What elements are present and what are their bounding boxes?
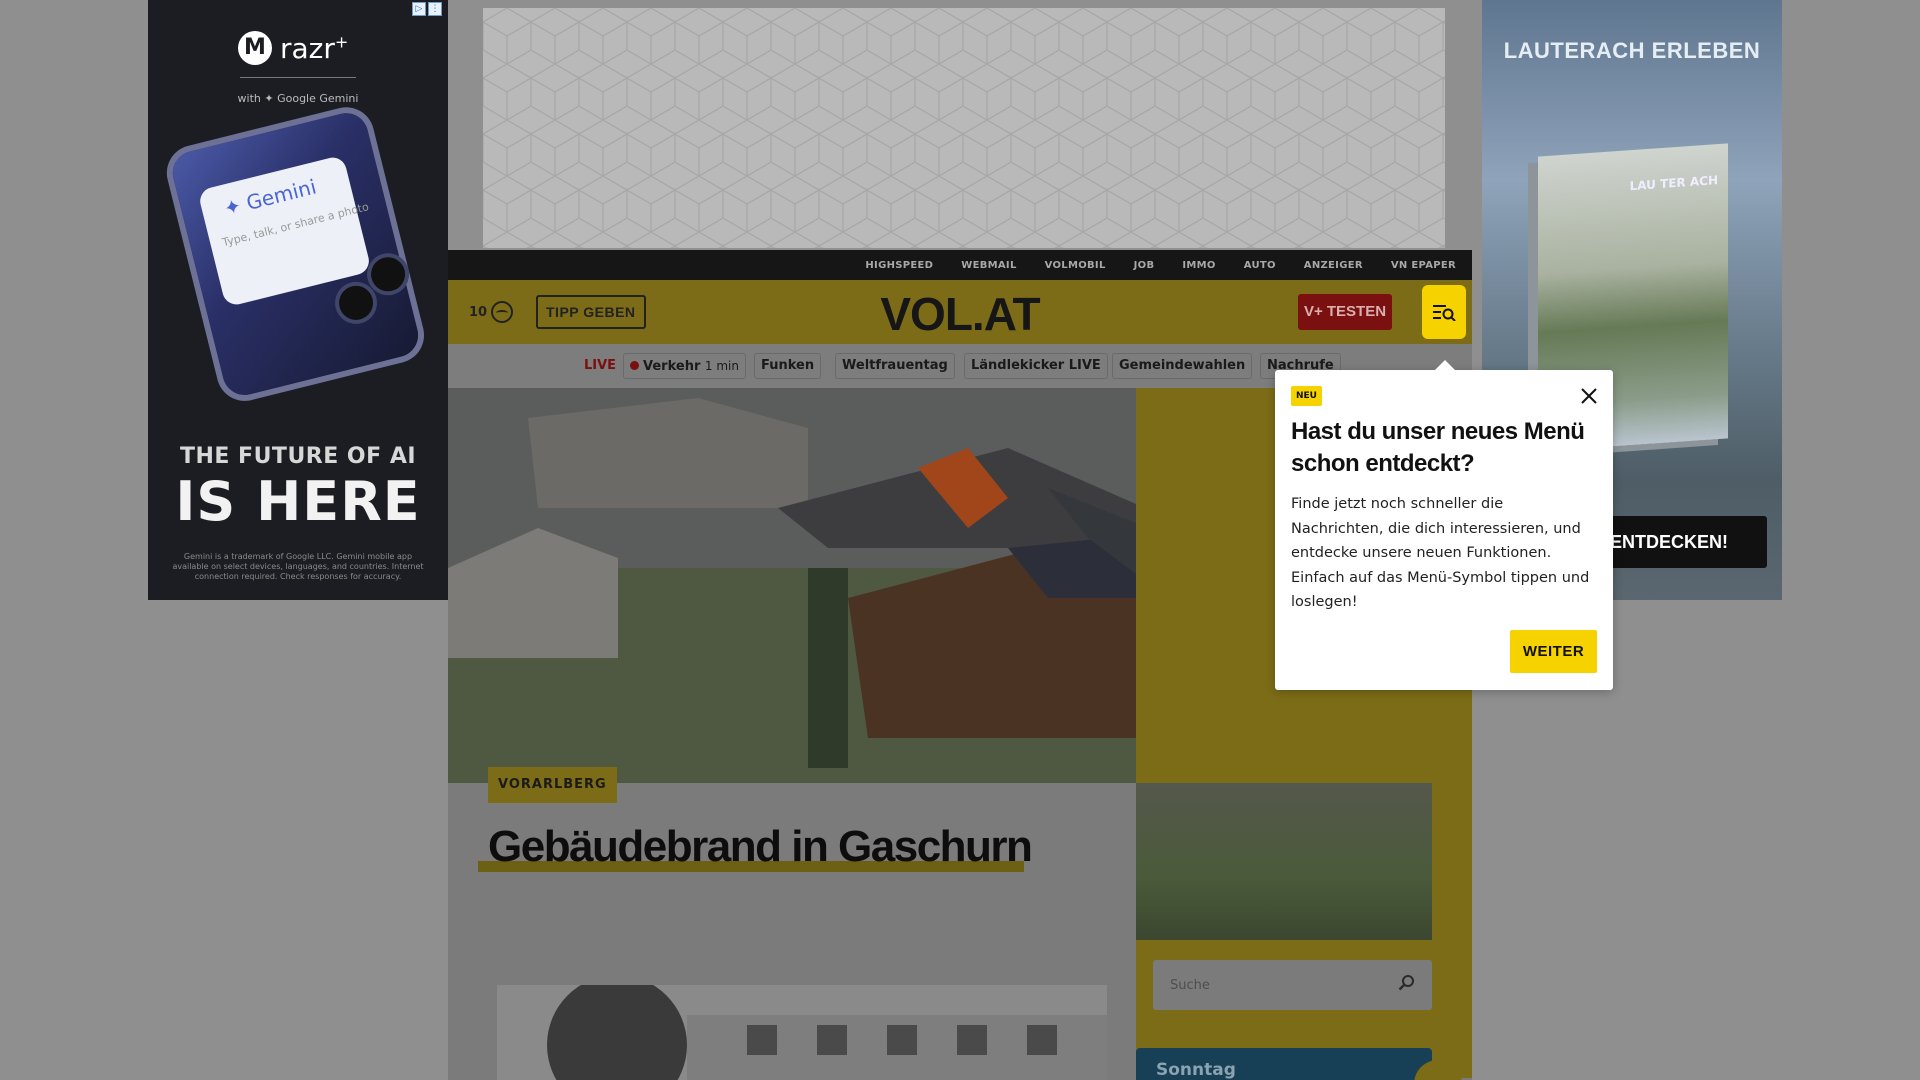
topnav-vn-epaper[interactable]: VN EPAPER [1391,260,1456,271]
sonntag-widget[interactable]: Sonntag [1136,1048,1462,1080]
book-title: LAU TER ACH [1629,173,1718,194]
brand-sup: + [334,32,349,52]
adchoices-icon[interactable]: ▷ ⋮ [412,2,442,16]
topnav-anzeiger[interactable]: ANZEIGER [1304,260,1363,271]
popup-title: Hast du unser neues Menü schon entdeckt? [1291,418,1585,477]
close-icon[interactable] [1579,386,1599,406]
popup-body: Finde jetzt noch schneller die Nachricht… [1291,496,1590,610]
with-gemini-text: with ✦ Google Gemini [237,92,359,105]
top-nav: HIGHSPEED WEBMAIL VOLMOBIL JOB IMMO AUTO… [448,250,1472,280]
site-header: 10 TIPP GEBEN VOL.AT V+ TESTEN [448,280,1472,344]
sonntag-label: Sonntag [1156,1060,1236,1080]
weiter-button[interactable]: WEITER [1510,630,1597,673]
live-label: LIVE [584,358,617,373]
topnav-highspeed[interactable]: HIGHSPEED [865,260,933,271]
popup-arrow [1435,360,1455,370]
chip-funken[interactable]: Funken [754,353,822,379]
sidebar-image[interactable] [1136,783,1432,940]
vplus-testen-button[interactable]: V+ TESTEN [1298,294,1392,330]
left-ad[interactable]: ▷ ⋮ M razr+ with ✦ Google Gemini ✦ Gemini… [148,0,448,600]
right-ad-title: LAUTERACH ERLEBEN [1503,38,1761,63]
article-headline[interactable]: Gebäudebrand in Gaschurn [488,822,1033,872]
article-rubric[interactable]: VORARLBERG [488,767,617,803]
ad-tagline-2: IS HERE [175,470,421,533]
menu-intro-popup: NEU Hast du unser neues Menü schon entde… [1275,360,1613,690]
banner-placeholder [483,8,1445,248]
topnav-auto[interactable]: AUTO [1244,260,1276,271]
chip-verkehr-label: Verkehr [643,359,701,374]
search-icon[interactable] [1398,974,1416,992]
motorola-icon: M [238,31,272,65]
ad-fineprint: Gemini is a trademark of Google LLC. Gem… [172,552,424,581]
search-box[interactable]: Suche [1153,960,1432,1010]
divider [240,77,356,78]
teaser-photo [497,985,1107,1080]
search-placeholder: Suche [1170,978,1210,993]
chip-weltfrauentag[interactable]: Weltfrauentag [835,353,955,379]
topnav-webmail[interactable]: WEBMAIL [961,260,1016,271]
topnav-volmobil[interactable]: VOLMOBIL [1045,260,1106,271]
topnav-job[interactable]: JOB [1134,260,1155,271]
menu-search-button[interactable] [1422,285,1466,339]
topnav-immo[interactable]: IMMO [1182,260,1215,271]
razr-logo: M razr+ [238,28,358,68]
chip-verkehr-time: 1 min [704,359,739,373]
chip-gemeindewahlen[interactable]: Gemeindewahlen [1112,353,1253,379]
brand-name: razr [280,31,335,65]
second-teaser-image[interactable] [497,985,1107,1080]
live-dot-icon [630,361,639,370]
ad-tagline-1: THE FUTURE OF AI [179,444,417,469]
phone-image: ✦ Gemini Type, talk, or share a photo [149,106,437,424]
menu-search-icon [1433,305,1456,321]
chip-verkehr[interactable]: Verkehr 1 min [623,353,746,379]
new-badge: NEU [1291,386,1322,406]
chip-laendlekicker[interactable]: Ländlekicker LIVE [964,353,1108,379]
